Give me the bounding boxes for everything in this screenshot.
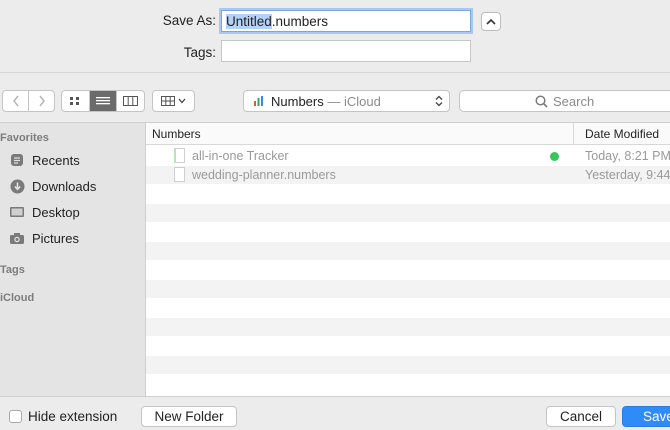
- column-header-date[interactable]: Date Modified: [585, 127, 659, 141]
- search-input[interactable]: Search: [459, 90, 670, 112]
- empty-row: [146, 280, 670, 298]
- hide-extension-checkbox[interactable]: [9, 410, 22, 423]
- save-as-label: Save As:: [162, 13, 216, 28]
- divider: [0, 396, 670, 397]
- column-header-name[interactable]: Numbers: [152, 127, 201, 141]
- file-date: Yesterday, 9:44: [585, 168, 670, 182]
- empty-row: [146, 204, 670, 222]
- empty-row: [146, 185, 670, 203]
- icloud-heading[interactable]: iCloud: [0, 292, 34, 304]
- divider: [0, 72, 670, 73]
- list-icon: [96, 97, 110, 105]
- file-list: Numbers Date Modified all-in-one Tracker…: [146, 123, 670, 396]
- list-view-button[interactable]: [88, 91, 117, 111]
- search-icon: [535, 94, 548, 108]
- arrange-grid-icon: [161, 96, 175, 106]
- hide-extension-label: Hide extension: [28, 409, 118, 424]
- location-name: Numbers: [271, 93, 324, 109]
- column-view-button[interactable]: [116, 91, 144, 111]
- chevron-up-icon: [486, 18, 496, 25]
- document-file-icon: [174, 167, 185, 182]
- hide-extension-checkbox-row[interactable]: Hide extension: [9, 409, 117, 424]
- empty-row: [146, 318, 670, 336]
- back-forward-group: [2, 90, 55, 112]
- save-as-selected-text: Untitled: [226, 14, 272, 29]
- sidebar-item-desktop[interactable]: Desktop: [8, 204, 80, 220]
- numbers-file-icon: [174, 148, 185, 163]
- columns-icon: [123, 96, 139, 106]
- cancel-button[interactable]: Cancel: [546, 406, 616, 427]
- chevron-right-icon: [38, 95, 45, 107]
- sidebar-item-label: Downloads: [32, 178, 97, 194]
- column-separator: [573, 123, 574, 145]
- file-date: Today, 8:21 PM: [585, 149, 670, 163]
- arrange-button[interactable]: [152, 90, 195, 112]
- empty-row: [146, 356, 670, 374]
- download-icon: [8, 178, 26, 194]
- collapse-dialog-button[interactable]: [481, 12, 501, 31]
- forward-button[interactable]: [28, 91, 54, 111]
- tags-input[interactable]: [221, 40, 471, 62]
- empty-row: [146, 375, 670, 393]
- camera-icon: [8, 230, 26, 246]
- save-button[interactable]: Save: [622, 406, 670, 427]
- chevron-down-icon: [178, 98, 186, 104]
- empty-row: [146, 337, 670, 355]
- clock-icon: [8, 152, 26, 168]
- file-name: all-in-one Tracker: [192, 149, 289, 163]
- back-button[interactable]: [3, 91, 28, 111]
- save-as-extension-text: .numbers: [271, 14, 329, 29]
- empty-row: [146, 261, 670, 279]
- chevron-left-icon: [12, 95, 19, 107]
- tags-heading[interactable]: Tags: [0, 264, 25, 276]
- sidebar-item-pictures[interactable]: Pictures: [8, 230, 79, 246]
- view-mode-group: [61, 90, 145, 112]
- icon-view-button[interactable]: [62, 91, 89, 111]
- save-as-input[interactable]: Untitled.numbers: [221, 10, 471, 32]
- desktop-icon: [8, 204, 26, 220]
- numbers-app-icon: [254, 96, 263, 106]
- sidebar-item-label: Recents: [32, 152, 80, 168]
- sync-status-icon: [550, 152, 559, 161]
- sidebar-item-label: Pictures: [32, 230, 79, 246]
- up-down-chevron-icon: [435, 95, 443, 107]
- new-folder-button[interactable]: New Folder: [141, 406, 237, 427]
- sidebar-item-recents[interactable]: Recents: [8, 152, 80, 168]
- file-name: wedding-planner.numbers: [192, 168, 336, 182]
- location-label: Numbers — iCloud: [271, 94, 435, 109]
- column-header: Numbers Date Modified: [146, 123, 670, 145]
- search-placeholder: Search: [553, 93, 595, 109]
- location-sub: — iCloud: [323, 93, 381, 109]
- sidebar-item-label: Desktop: [32, 204, 80, 220]
- table-row[interactable]: all-in-one Tracker Today, 8:21 PM: [146, 147, 670, 165]
- empty-row: [146, 223, 670, 241]
- location-popup[interactable]: Numbers — iCloud: [243, 90, 450, 112]
- empty-row: [146, 299, 670, 317]
- tags-label: Tags:: [183, 45, 216, 60]
- grid-icon: [70, 97, 80, 105]
- empty-row: [146, 242, 670, 260]
- favorites-heading: Favorites: [0, 132, 49, 144]
- sidebar-item-downloads[interactable]: Downloads: [8, 178, 96, 194]
- sidebar: Favorites Recents Downloads Desktop Pict…: [0, 123, 146, 396]
- table-row[interactable]: wedding-planner.numbers Yesterday, 9:44: [146, 166, 670, 184]
